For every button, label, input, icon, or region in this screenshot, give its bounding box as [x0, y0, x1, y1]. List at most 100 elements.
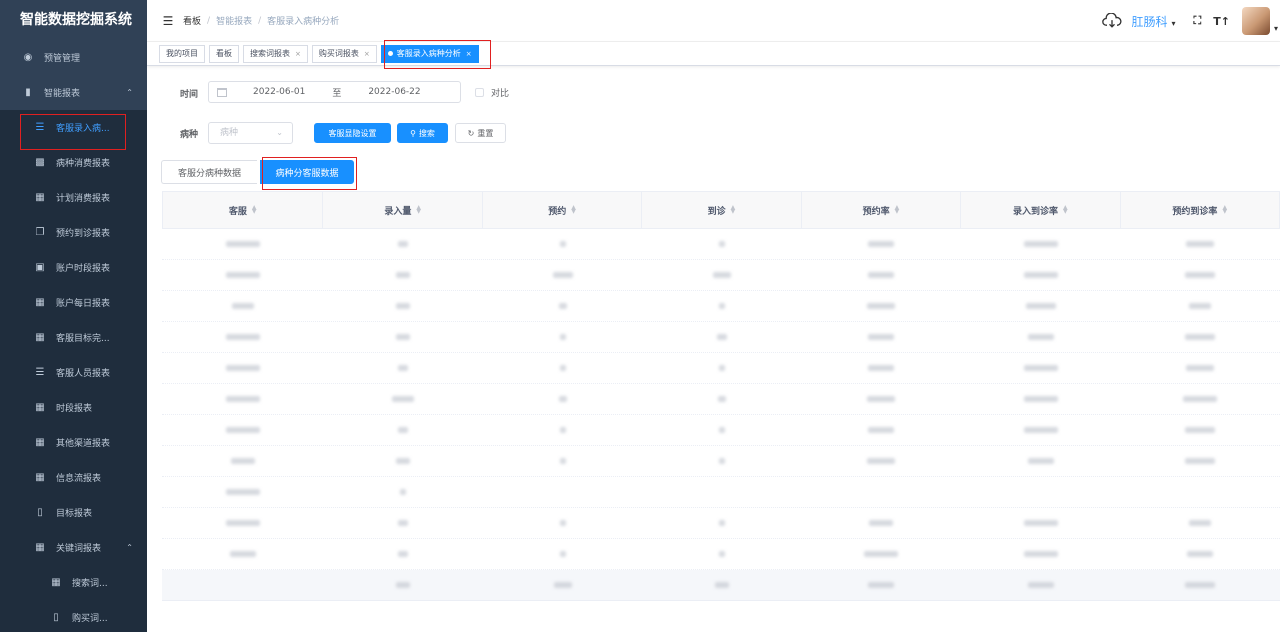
- obscured-value: [225, 365, 260, 371]
- sort-icon[interactable]: ▲ ▼: [1222, 205, 1227, 215]
- tag-my-project[interactable]: 我的项目: [159, 44, 205, 63]
- caret-down-icon[interactable]: ▾: [1274, 24, 1278, 33]
- column-header-visits[interactable]: 到诊 ▲ ▼: [642, 192, 802, 228]
- obscured-value: [553, 582, 572, 588]
- hide-setting-button[interactable]: 客服显隐设置: [314, 123, 391, 143]
- sidebar-item-service-target[interactable]: ▦ 客服目标完...: [0, 320, 147, 355]
- table-row: [162, 291, 1280, 322]
- obscured-value: [869, 520, 894, 526]
- obscured-value: [714, 582, 729, 588]
- tag-disease-entry-analysis[interactable]: 客服录入病种分析 ×: [380, 44, 479, 63]
- grid-icon: ▦: [35, 332, 45, 343]
- sidebar-item-disease-entry[interactable]: ☰ 客服录入病...: [0, 110, 147, 145]
- end-date-input[interactable]: 2022-06-22: [368, 87, 420, 97]
- start-date-input[interactable]: 2022-06-01: [253, 87, 305, 97]
- sidebar-item-service-staff[interactable]: ☰ 客服人员报表: [0, 355, 147, 390]
- obscured-value: [225, 334, 260, 340]
- sidebar-item-purchase-term[interactable]: ▯ 购买词...: [0, 600, 147, 632]
- column-header-entry-visit-rate[interactable]: 录入到诊率 ▲ ▼: [961, 192, 1121, 228]
- search-button[interactable]: ⚲ 搜索: [397, 123, 448, 143]
- obscured-value: [712, 272, 731, 278]
- sort-icon[interactable]: ▲ ▼: [416, 205, 421, 215]
- column-header-service[interactable]: 客服 ▲ ▼: [162, 192, 324, 228]
- calendar-icon: [217, 87, 227, 97]
- close-icon[interactable]: ×: [364, 46, 370, 62]
- sidebar-item-plan-consumption[interactable]: ▦ 计划消费报表: [0, 180, 147, 215]
- chevron-down-icon: ⌄: [276, 128, 283, 137]
- table-cell: [323, 229, 482, 259]
- obscured-value: [396, 303, 411, 309]
- table-cell: [1121, 415, 1280, 445]
- table-cell: [162, 477, 323, 507]
- reset-button[interactable]: ↻ 重置: [455, 123, 506, 143]
- obscured-value: [559, 458, 566, 464]
- obscured-value: [1189, 303, 1212, 309]
- table-cell: [323, 384, 482, 414]
- text-size-icon[interactable]: T↑: [1213, 15, 1230, 28]
- table-cell: [162, 260, 323, 290]
- table-cell: [1121, 229, 1280, 259]
- data-table: 客服 ▲ ▼ 录入量 ▲ ▼ 预约 ▲ ▼ 到诊 ▲ ▼ 预约率 ▲ ▼ 录入到诊率 ▲ ▼ 预约到诊率…: [162, 191, 1280, 601]
- sort-icon[interactable]: ▲ ▼: [571, 205, 576, 215]
- sidebar-item-account-period[interactable]: ▣ 账户时段报表: [0, 250, 147, 285]
- table-cell: [961, 446, 1120, 476]
- column-header-appointment-rate[interactable]: 预约率 ▲ ▼: [802, 192, 962, 228]
- table-cell: [162, 384, 323, 414]
- close-icon[interactable]: ×: [466, 46, 472, 62]
- sort-icon[interactable]: ▲ ▼: [731, 205, 736, 215]
- sidebar-item-info-flow[interactable]: ▦ 信息流报表: [0, 460, 147, 495]
- obscured-value: [225, 272, 260, 278]
- cloud-download-icon[interactable]: [1101, 13, 1122, 29]
- checkbox-box[interactable]: [475, 88, 484, 97]
- sidebar-item-appointment-visit[interactable]: ❐ 预约到诊报表: [0, 215, 147, 250]
- sidebar-item-keyword-report[interactable]: ▦ 关键词报表 ⌃: [0, 530, 147, 565]
- sidebar-item-search-term[interactable]: ▦ 搜索词...: [0, 565, 147, 600]
- department-select[interactable]: 肛肠科 ▾: [1132, 13, 1176, 30]
- tag-dashboard[interactable]: 看板: [209, 44, 239, 63]
- fullscreen-icon[interactable]: ⛶: [1194, 14, 1202, 28]
- tab-disease-by-service[interactable]: 病种分客服数据: [260, 160, 354, 184]
- sort-icon[interactable]: ▲ ▼: [1063, 205, 1068, 215]
- tag-purchase-term-report[interactable]: 购买词报表 ×: [311, 44, 377, 63]
- column-header-appointments[interactable]: 预约 ▲ ▼: [483, 192, 643, 228]
- sidebar-item-label: 预管管理: [44, 54, 81, 64]
- sidebar-item-warning[interactable]: ◉ 预管管理: [0, 40, 147, 75]
- date-range-picker[interactable]: 2022-06-01 至 2022-06-22: [208, 81, 461, 103]
- sidebar-item-period-report[interactable]: ▦ 时段报表: [0, 390, 147, 425]
- hamburger-icon[interactable]: ☰: [153, 14, 183, 28]
- column-header-entries[interactable]: 录入量 ▲ ▼: [323, 192, 483, 228]
- tag-search-term-report[interactable]: 搜索词报表 ×: [243, 44, 308, 63]
- table-cell: [483, 508, 642, 538]
- sidebar-item-smart-report[interactable]: ▮ 智能报表 ⌃: [0, 75, 147, 110]
- table-cell: [483, 229, 642, 259]
- avatar[interactable]: [1241, 7, 1270, 35]
- grid-icon: ▦: [35, 542, 45, 553]
- sort-icon[interactable]: ▲ ▼: [895, 205, 900, 215]
- disease-label: 病种: [180, 130, 199, 140]
- sidebar-item-target-report[interactable]: ▯ 目标报表: [0, 495, 147, 530]
- obscured-value: [231, 303, 254, 309]
- breadcrumb-item-smart-report[interactable]: 智能报表: [216, 14, 252, 27]
- table-cell: [642, 570, 801, 600]
- table-cell: [802, 291, 961, 321]
- obscured-value: [396, 272, 411, 278]
- column-header-appointment-visit-rate[interactable]: 预约到诊率 ▲ ▼: [1121, 192, 1280, 228]
- disease-select[interactable]: 病种 ⌄: [208, 122, 293, 144]
- table-cell: [802, 477, 961, 507]
- sidebar-item-account-daily[interactable]: ▦ 账户每日报表: [0, 285, 147, 320]
- close-icon[interactable]: ×: [295, 46, 301, 62]
- sort-icon[interactable]: ▲ ▼: [252, 205, 257, 215]
- sidebar-item-label: 账户每日报表: [56, 299, 111, 309]
- table-cell: [483, 384, 642, 414]
- sidebar-item-disease-consumption[interactable]: ▩ 病种消费报表: [0, 145, 147, 180]
- sidebar-item-other-channel[interactable]: ▦ 其他渠道报表: [0, 425, 147, 460]
- obscured-value: [559, 520, 566, 526]
- tab-service-by-disease[interactable]: 客服分病种数据: [161, 160, 257, 184]
- compare-checkbox[interactable]: 对比: [475, 86, 509, 99]
- breadcrumb-item-dashboard[interactable]: 看板: [183, 14, 201, 27]
- calendar-icon: ▣: [35, 262, 45, 273]
- obscured-value: [718, 365, 725, 371]
- table-cell: [162, 353, 323, 383]
- tag-label: 购买词报表: [318, 48, 359, 58]
- table-cell: [802, 415, 961, 445]
